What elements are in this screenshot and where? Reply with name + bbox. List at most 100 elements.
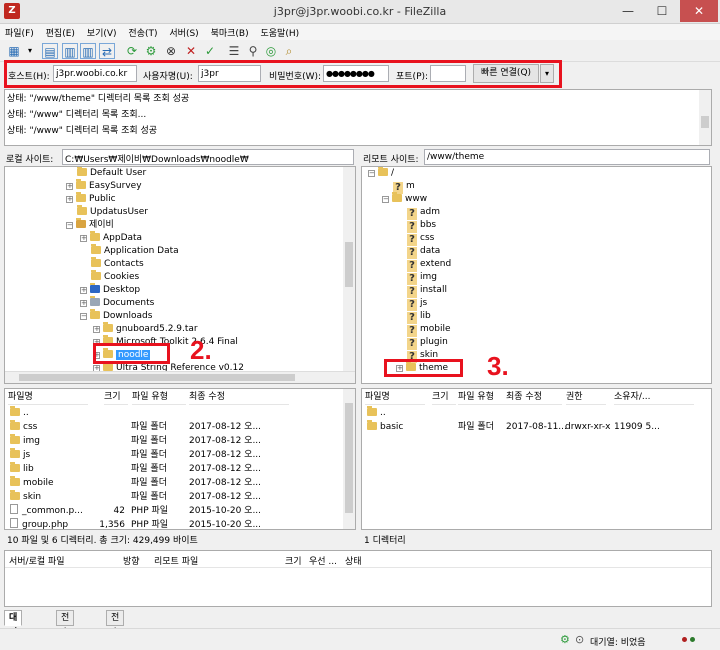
column-header-type[interactable]: 파일 유형 [132,389,186,405]
tab-failed-transfers[interactable]: 전송 실패 [56,610,75,650]
file-row[interactable]: mobile [10,476,54,490]
expand-icon[interactable]: + [93,326,100,333]
file-row[interactable]: .. [10,406,29,420]
column-header-modified[interactable]: 최종 수정 [189,389,289,405]
remote-path-input[interactable]: /www/theme [424,149,710,165]
menu-bookmarks[interactable]: 북마크(B) [206,24,253,39]
file-row[interactable]: js [10,448,30,462]
tree-item[interactable]: − / [368,167,394,180]
site-manager-icon[interactable]: ▦ [6,43,22,59]
expand-icon[interactable]: + [80,287,87,294]
file-row[interactable]: _common.p... [10,504,83,518]
tree-item[interactable]: − Downloads [80,309,152,323]
expand-icon[interactable]: + [80,235,87,242]
tree-item[interactable]: ? install [407,284,447,298]
local-list-scrollbar[interactable] [343,389,355,529]
file-row[interactable]: group.php [10,518,68,529]
cancel-icon[interactable]: ⊗ [163,43,179,59]
file-row[interactable]: lib [10,462,34,476]
column-header-filename[interactable]: 파일명 [8,389,88,405]
local-path-input[interactable]: C:₩Users₩제이비₩Downloads₩noodle₩ [62,149,354,165]
maximize-button[interactable]: ☐ [646,0,678,22]
toggle-local-tree-icon[interactable]: ▥ [62,43,78,59]
tree-item[interactable]: ? lib [407,310,431,324]
column-header-type[interactable]: 파일 유형 [458,389,506,405]
sync-browse-icon[interactable]: ◎ [263,43,279,59]
tree-item[interactable]: + Public [66,192,116,206]
collapse-icon[interactable]: − [80,313,87,320]
process-queue-icon[interactable]: ⚙ [143,43,159,59]
tree-item[interactable]: Cookies [91,270,139,284]
tree-item[interactable]: ? data [407,245,440,259]
tree-item[interactable]: ? css [407,232,434,246]
column-header-modified[interactable]: 최종 수정 [506,389,562,405]
file-row[interactable]: basic [367,420,403,434]
local-tree-scrollbar[interactable] [343,167,355,371]
log-scroll-thumb[interactable] [701,116,709,128]
speed-limit-icon[interactable]: ⊙ [575,633,584,646]
queue-column-direction[interactable]: 방향 [123,554,140,567]
disconnect-icon[interactable]: ✕ [183,43,199,59]
column-header-size[interactable]: 크기 [432,389,456,405]
expand-icon[interactable]: + [66,183,73,190]
refresh-icon[interactable]: ⟳ [124,43,140,59]
tree-item[interactable]: Default User [77,167,146,180]
queue-column-server-file[interactable]: 서버/로컬 파일 [9,554,65,567]
reconnect-icon[interactable]: ✓ [202,43,218,59]
queue-column-status[interactable]: 상태 [345,554,362,567]
collapse-icon[interactable]: − [382,196,389,203]
tree-item[interactable]: Application Data [91,244,179,258]
directory-compare-icon[interactable]: ☰ [226,43,242,59]
column-header-permissions[interactable]: 권한 [566,389,606,405]
tree-item[interactable]: ? bbs [407,219,436,233]
minimize-button[interactable]: — [612,0,644,22]
queue-column-size[interactable]: 크기 [285,554,302,567]
menu-view[interactable]: 보기(V) [82,24,121,39]
local-list-scroll-thumb[interactable] [345,403,353,513]
tree-item[interactable]: + gnuboard5.2.9.tar [93,322,198,336]
tree-item[interactable]: ? adm [407,206,440,220]
tree-item[interactable]: UpdatusUser [77,205,148,219]
menu-server[interactable]: 서버(S) [164,24,202,39]
file-type: 파일 폴더 [131,492,167,502]
collapse-icon[interactable]: − [368,170,375,177]
local-tree-hscroll-thumb[interactable] [19,374,295,381]
expand-icon[interactable]: + [80,300,87,307]
expand-icon[interactable]: + [66,196,73,203]
menu-edit[interactable]: 편집(E) [41,24,79,39]
local-tree-hscrollbar[interactable] [5,371,355,383]
file-row[interactable]: css [10,420,37,434]
column-header-size[interactable]: 크기 [104,389,128,405]
column-header-filename[interactable]: 파일명 [365,389,425,405]
tree-item[interactable]: ? plugin [407,336,448,350]
tree-item[interactable]: − www [382,192,427,206]
queue-column-priority[interactable]: 우선 ... [309,554,337,567]
tree-item[interactable]: ? mobile [407,323,451,337]
menu-file[interactable]: 파일(F) [0,24,38,39]
collapse-icon[interactable]: − [66,222,73,229]
file-row[interactable]: .. [367,406,386,420]
toggle-remote-tree-icon[interactable]: ▥ [80,43,96,59]
tree-item[interactable]: ? extend [407,258,451,272]
log-scrollbar[interactable] [699,90,711,145]
network-config-icon[interactable]: ⚙ [560,633,570,646]
filter-icon[interactable]: ⚲ [245,43,261,59]
close-button[interactable]: ✕ [680,0,718,22]
tab-queued-files[interactable]: 대기 파일 [4,610,23,650]
tree-item[interactable]: Contacts [91,257,144,271]
tab-successful-transfers[interactable]: 전송 성공 [106,610,125,650]
tree-item[interactable]: ? js [407,297,427,311]
menu-transfer[interactable]: 전송(T) [123,24,161,39]
column-header-owner[interactable]: 소유자/... [614,389,694,405]
tree-item[interactable]: + AppData [80,231,142,245]
local-tree-scroll-thumb[interactable] [345,242,353,287]
site-manager-dropdown-icon[interactable]: ▾ [22,43,38,59]
tree-item[interactable]: ? img [407,271,437,285]
queue-column-remote-file[interactable]: 리모트 파일 [154,554,198,567]
file-row[interactable]: img [10,434,40,448]
toggle-log-icon[interactable]: ▤ [42,43,58,59]
toggle-queue-icon[interactable]: ⇄ [99,43,115,59]
file-row[interactable]: skin [10,490,41,504]
find-files-icon[interactable]: ⌕ [281,43,297,59]
menu-help[interactable]: 도움말(H) [255,24,303,39]
